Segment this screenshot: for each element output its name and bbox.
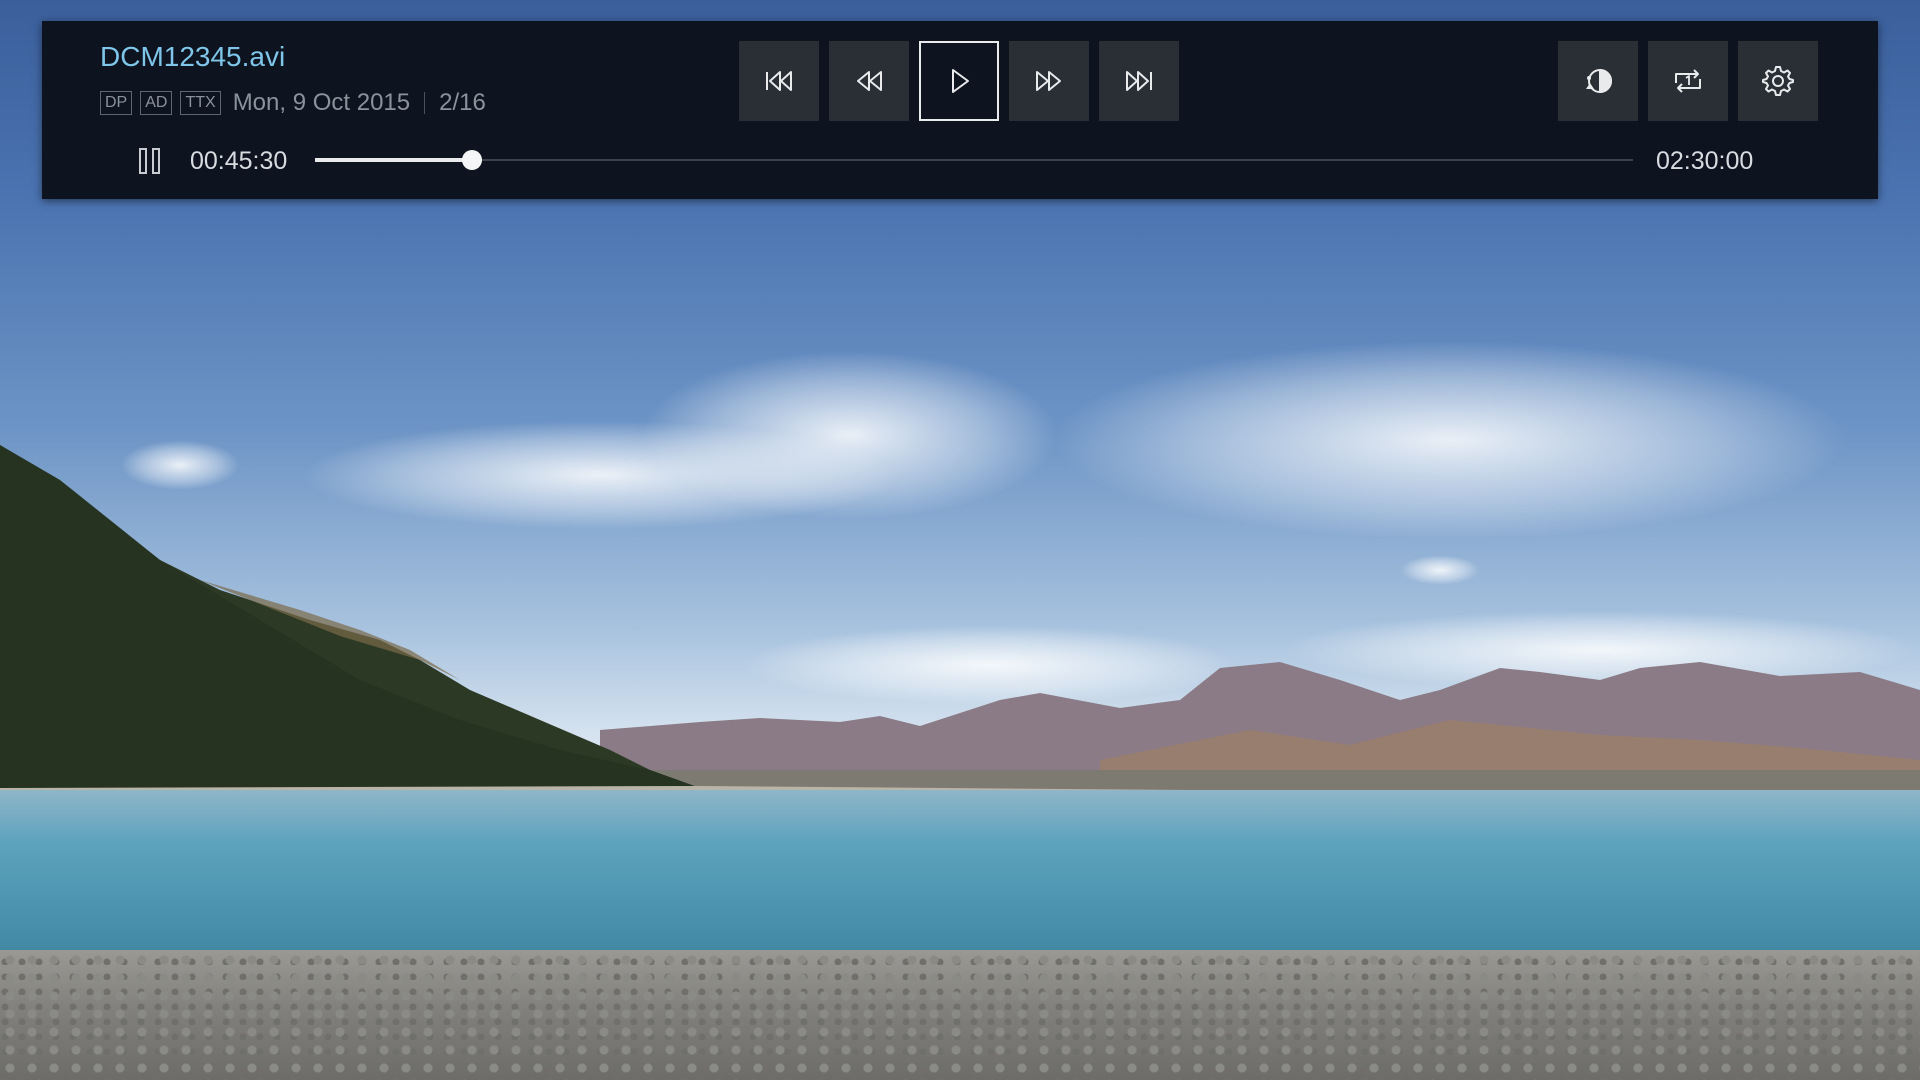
picture-mode-button[interactable] — [1558, 41, 1638, 121]
skip-previous-icon — [766, 71, 792, 91]
play-button[interactable] — [919, 41, 999, 121]
skip-next-button[interactable] — [1099, 41, 1179, 121]
dp-badge: DP — [100, 91, 133, 115]
rewind-icon — [857, 71, 882, 91]
repeat-one-button[interactable] — [1648, 41, 1728, 121]
repeat-one-icon — [1675, 69, 1701, 93]
ttx-badge: TTX — [180, 91, 221, 115]
total-time: 02:30:00 — [1656, 147, 1754, 175]
picture-mode-icon — [1586, 68, 1612, 94]
fast-forward-icon — [1036, 71, 1061, 91]
file-info-row: DP AD TTX Mon, 9 Oct 2015 2/16 — [100, 89, 486, 117]
progress-fill — [315, 158, 473, 162]
player-control-panel: DCM12345.avi DP AD TTX Mon, 9 Oct 2015 2… — [42, 21, 1878, 199]
ad-badge: AD — [140, 91, 173, 115]
divider — [424, 92, 426, 114]
gravel-beach — [0, 950, 1920, 1080]
pause-icon[interactable] — [138, 147, 162, 175]
progress-bar[interactable] — [315, 150, 1633, 170]
rewind-button[interactable] — [829, 41, 909, 121]
settings-button[interactable] — [1738, 41, 1818, 121]
fast-forward-button[interactable] — [1009, 41, 1089, 121]
gear-icon — [1762, 66, 1794, 96]
progress-handle[interactable] — [462, 150, 483, 170]
file-index: 2/16 — [439, 89, 486, 116]
skip-next-icon — [1126, 71, 1152, 91]
skip-previous-button[interactable] — [739, 41, 819, 121]
file-name: DCM12345.avi — [100, 41, 286, 72]
play-icon — [952, 69, 969, 93]
current-time: 00:45:30 — [190, 147, 288, 175]
file-date: Mon, 9 Oct 2015 — [232, 89, 411, 116]
lake-water — [0, 790, 1920, 960]
